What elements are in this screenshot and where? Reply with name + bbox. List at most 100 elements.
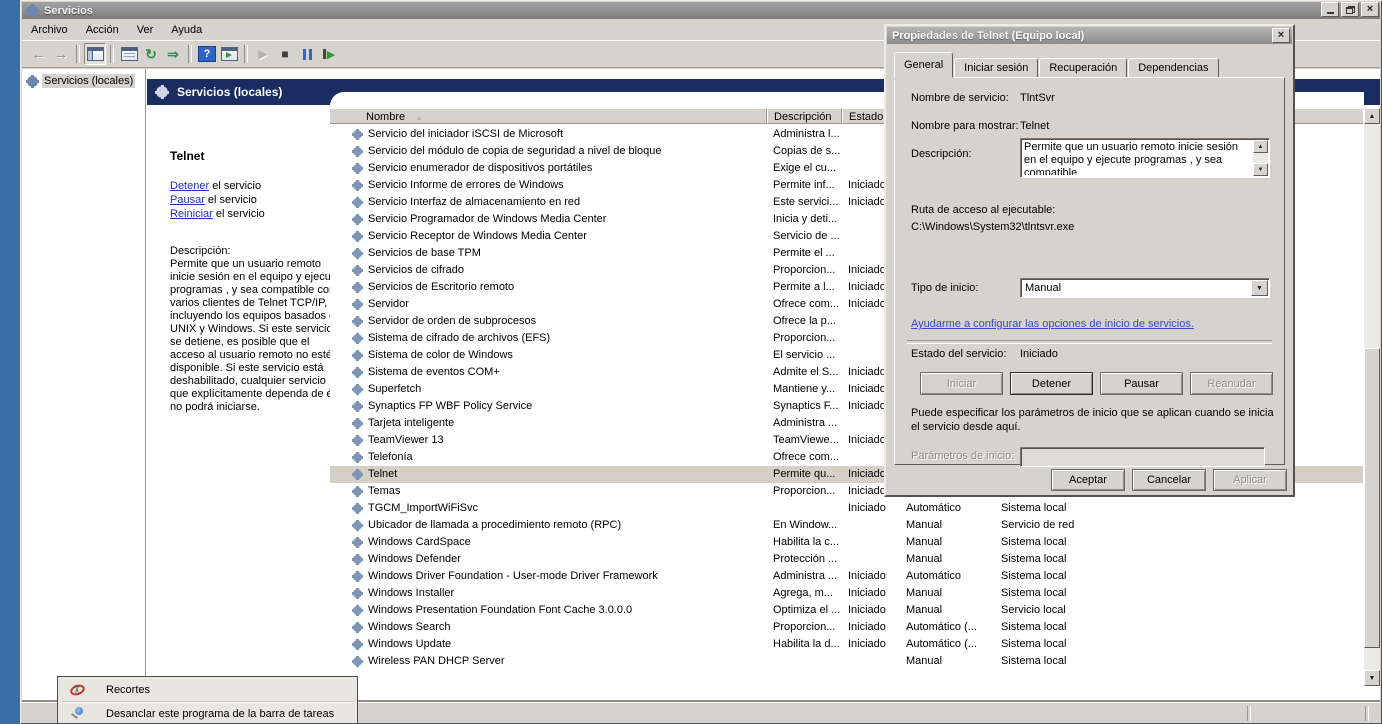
scroll-up-button[interactable]: ▲ [1364,108,1380,124]
service-name-cell[interactable]: Wireless PAN DHCP Server [368,653,764,670]
service-name-cell[interactable]: Servicio enumerador de dispositivos port… [368,160,764,177]
service-row[interactable]: Windows Presentation Foundation Font Cac… [330,602,1364,619]
service-name-cell[interactable]: Servidor de orden de subprocesos [368,313,764,330]
service-row[interactable]: TGCM_ImportWiFiSvc Iniciado Automático S… [330,500,1364,517]
restart-service-link-row: Reiniciar el servicio [170,207,265,221]
service-row[interactable]: Windows Driver Foundation - User-mode Dr… [330,568,1364,585]
stop-service-button[interactable]: ■ [274,43,296,65]
menu-ver[interactable]: Ver [128,22,163,38]
scrollbar-thumb[interactable] [1364,348,1380,648]
tree-item-servicios-locales[interactable]: Servicios (locales) [26,74,135,88]
startup-options-help-link[interactable]: Ayudarme a configurar las opciones de in… [911,318,1194,330]
service-row[interactable]: Windows Installer Agrega, m... Iniciado … [330,585,1364,602]
service-name-cell[interactable]: Sistema de cifrado de archivos (EFS) [368,330,764,347]
service-name-cell[interactable]: TeamViewer 13 [368,432,764,449]
service-name-cell[interactable]: Servicios de Escritorio remoto [368,279,764,296]
service-name-cell[interactable]: TGCM_ImportWiFiSvc [368,500,764,517]
combobox-dropdown-button[interactable]: ▼ [1251,280,1268,296]
service-description-cell: Mantiene y... [773,381,843,398]
service-name-cell[interactable]: Servicio del módulo de copia de segurida… [368,143,764,160]
column-header-nombre[interactable]: Nombre▲ [330,108,767,124]
service-startup-type-cell: Manual [906,517,996,534]
service-name-cell[interactable]: Servicios de base TPM [368,245,764,262]
pause-service-button[interactable] [296,43,318,65]
dialog-tabs: General Iniciar sesión Recuperación Depe… [894,52,1220,78]
service-row[interactable]: Windows Update Habilita la d... Iniciado… [330,636,1364,653]
context-menu-separator [62,701,353,702]
close-button[interactable]: × [1361,2,1379,17]
restart-service-button[interactable]: ▶ [318,43,340,65]
service-name-cell[interactable]: Superfetch [368,381,764,398]
pause-button[interactable]: Pausar [1100,372,1183,395]
extended-view-button[interactable] [218,43,240,65]
service-name-cell[interactable]: Temas [368,483,764,500]
service-name-cell[interactable]: Servicio Informe de errores de Windows [368,177,764,194]
restart-service-link[interactable]: Reiniciar [170,208,213,220]
service-name-cell[interactable]: Servicio Interfaz de almacenamiento en r… [368,194,764,211]
back-icon: ← [32,46,47,63]
tab-dependencias[interactable]: Dependencias [1128,58,1218,78]
stop-service-link[interactable]: Detener [170,180,209,192]
accept-button[interactable]: Aceptar [1051,469,1125,491]
service-name-cell[interactable]: Sistema de color de Windows [368,347,764,364]
startup-type-combobox[interactable]: Manual ▼ [1020,278,1270,298]
minimize-button[interactable] [1321,2,1339,17]
tab-iniciar-sesion[interactable]: Iniciar sesión [954,58,1038,78]
tab-recuperacion[interactable]: Recuperación [1039,58,1127,78]
description-scroll-up-button[interactable]: ▲ [1253,140,1268,153]
description-scrollbar[interactable]: ▲ ▼ [1253,140,1268,176]
menu-accion[interactable]: Acción [77,22,128,38]
service-row[interactable]: Ubicador de llamada a procedimiento remo… [330,517,1364,534]
service-name-cell[interactable]: Windows Search [368,619,764,636]
export-list-button[interactable]: ⇒ [162,43,184,65]
service-name-cell[interactable]: Windows Update [368,636,764,653]
service-name-cell[interactable]: Tarjeta inteligente [368,415,764,432]
service-name-cell[interactable]: Servicio Receptor de Windows Media Cente… [368,228,764,245]
restore-button[interactable] [1341,2,1359,17]
service-name-cell[interactable]: Telefonía [368,449,764,466]
service-name-cell[interactable]: Servicio del iniciador iSCSI de Microsof… [368,126,764,143]
service-row[interactable]: Windows Search Proporcion... Iniciado Au… [330,619,1364,636]
pause-service-link[interactable]: Pausar [170,194,205,206]
service-name-cell[interactable]: Sistema de eventos COM+ [368,364,764,381]
cancel-button[interactable]: Cancelar [1132,469,1206,491]
context-menu-item-recortes[interactable]: Recortes [59,680,356,700]
column-header-descripcion[interactable]: Descripción [767,108,842,124]
service-row[interactable]: Wireless PAN DHCP Server Manual Sistema … [330,653,1364,670]
minimize-icon [1327,6,1334,14]
service-description-cell: Permite a l... [773,279,843,296]
tab-general[interactable]: General [894,52,953,78]
service-name-cell[interactable]: Windows CardSpace [368,534,764,551]
service-row[interactable]: Windows CardSpace Habilita la c... Manua… [330,534,1364,551]
menu-ayuda[interactable]: Ayuda [162,22,211,38]
service-name-cell[interactable]: Servidor [368,296,764,313]
service-name-cell[interactable]: Servicio Programador de Windows Media Ce… [368,211,764,228]
description-scroll-down-button[interactable]: ▼ [1253,163,1268,176]
services-node-icon [26,75,39,88]
service-name-cell[interactable]: Windows Defender [368,551,764,568]
service-name-cell[interactable]: Synaptics FP WBF Policy Service [368,398,764,415]
description-textbox[interactable]: Permite que un usuario remoto inicie ses… [1020,138,1270,178]
service-row[interactable]: Windows Defender Protección ... Manual S… [330,551,1364,568]
forward-button[interactable]: → [50,43,72,65]
list-vertical-scrollbar[interactable]: ▲ ▼ [1363,108,1380,686]
toolbar-separator [244,45,248,63]
service-name-cell[interactable]: Ubicador de llamada a procedimiento remo… [368,517,764,534]
refresh-button[interactable]: ↻ [140,43,162,65]
service-name-cell[interactable]: Windows Driver Foundation - User-mode Dr… [368,568,764,585]
help-button[interactable]: ? [196,43,218,65]
back-button[interactable]: ← [28,43,50,65]
stop-button[interactable]: Detener [1010,372,1093,395]
context-menu-item-unpin[interactable]: Desanclar este programa de la barra de t… [59,704,356,724]
show-console-tree-button[interactable] [84,43,106,65]
menu-archivo[interactable]: Archivo [22,22,77,38]
service-name-cell[interactable]: Windows Presentation Foundation Font Cac… [368,602,764,619]
properties-button[interactable] [118,43,140,65]
service-gear-icon [352,316,363,327]
service-name-cell[interactable]: Windows Installer [368,585,764,602]
scroll-down-button[interactable]: ▼ [1364,670,1380,686]
dialog-close-button[interactable]: × [1272,28,1290,43]
console-tree-icon [87,47,104,61]
service-name-cell[interactable]: Telnet [368,466,764,483]
service-name-cell[interactable]: Servicios de cifrado [368,262,764,279]
